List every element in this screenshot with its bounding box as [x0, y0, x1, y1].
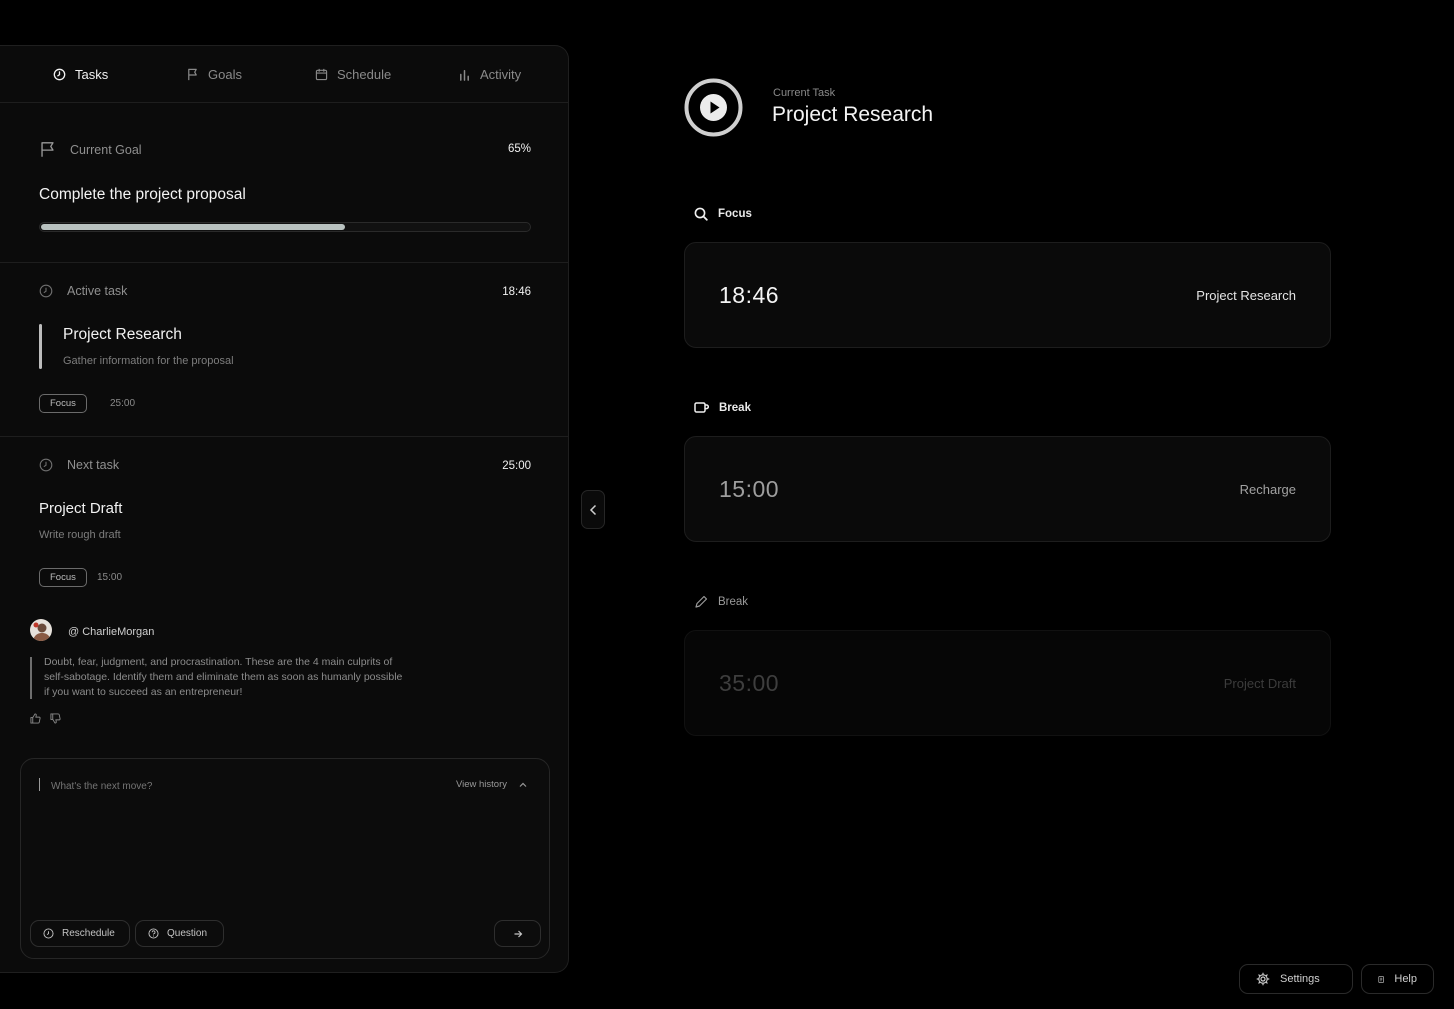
next-task-header: Next task: [39, 458, 119, 472]
task-accent-bar: [39, 324, 42, 369]
quote-bar: [30, 657, 32, 699]
help-button[interactable]: Help: [1361, 964, 1434, 994]
view-history-button[interactable]: View history: [456, 779, 527, 790]
goal-progress-bar: [39, 222, 531, 232]
next-task-subtitle: Write rough draft: [39, 529, 121, 541]
flag-icon: [188, 68, 197, 80]
goal-percent: 65%: [507, 143, 531, 155]
question-label: Question: [167, 928, 208, 939]
text-cursor: [39, 778, 40, 791]
clock-icon: [39, 284, 53, 298]
session-label: Recharge: [1239, 482, 1296, 497]
session-label: Project Research: [1196, 288, 1296, 303]
session-section-name: Focus: [718, 208, 752, 220]
goal-header: Current Goal: [39, 141, 142, 158]
active-task-section: Active task 18:46 Project Research Gathe…: [0, 263, 568, 437]
active-task-duration: 25:00: [110, 398, 136, 409]
tab-tasks[interactable]: Tasks: [53, 46, 108, 102]
comment-text: Doubt, fear, judgment, and procrastinati…: [44, 656, 403, 698]
settings-button[interactable]: Settings: [1239, 964, 1353, 994]
session-time: 35:00: [719, 670, 780, 696]
tab-goals[interactable]: Goals: [186, 46, 242, 102]
help-label: Help: [1394, 973, 1417, 985]
next-task-title: Project Draft: [39, 500, 123, 517]
reschedule-label: Reschedule: [62, 928, 115, 939]
pencil-icon: [695, 595, 708, 608]
search-icon: [694, 207, 708, 221]
session-time: 18:46: [719, 282, 780, 308]
comment-username[interactable]: @ CharlieMorgan: [68, 626, 154, 638]
question-button[interactable]: Question: [135, 920, 224, 947]
play-icon: [684, 78, 743, 137]
session-card-focus[interactable]: 18:46 Project Research: [684, 242, 1331, 348]
session-section-name: Break: [719, 401, 751, 414]
focus-chip[interactable]: Focus: [39, 568, 87, 587]
goal-section: Current Goal 65% Complete the project pr…: [0, 103, 568, 263]
next-task-label: Next task: [67, 458, 120, 472]
chevron-up-icon: [519, 782, 527, 787]
break-section-label-2: Break: [694, 595, 748, 609]
view-history-label: View history: [455, 779, 507, 790]
session-section-name: Break: [718, 596, 749, 608]
session-card-break[interactable]: 15:00 Recharge: [684, 436, 1331, 542]
goal-label: Current Goal: [70, 142, 142, 157]
thumbs-up-icon[interactable]: [30, 713, 41, 724]
focus-section-label: Focus: [694, 207, 752, 221]
sidebar-panel: Tasks Goals Schedule Activity Current Go…: [0, 45, 569, 973]
tab-label: Goals: [208, 66, 242, 82]
clock-icon: [39, 458, 53, 472]
next-task-section: Next task 25:00 Project Draft Write roug…: [0, 437, 568, 607]
chevron-left-icon: [589, 504, 596, 515]
goal-title: Complete the project proposal: [39, 186, 246, 203]
next-task-time: 25:00: [502, 460, 531, 472]
cup-icon: [694, 402, 709, 413]
book-icon: [1378, 975, 1384, 983]
clock-icon: [43, 928, 54, 939]
tab-label: Schedule: [337, 66, 392, 82]
composer-input[interactable]: [49, 776, 433, 796]
active-task-header: Active task: [39, 284, 127, 298]
current-task-label: Current Task: [773, 87, 836, 99]
current-task-title: Project Research: [772, 103, 934, 126]
reaction-row: [30, 713, 61, 724]
session-label: Project Draft: [1223, 676, 1296, 691]
active-task-title: Project Research: [63, 326, 182, 343]
goal-progress-fill: [41, 224, 345, 230]
settings-label: Settings: [1280, 973, 1320, 985]
active-task-time: 18:46: [502, 286, 531, 298]
active-task-label: Active task: [67, 284, 128, 298]
focus-chip[interactable]: Focus: [39, 394, 87, 413]
tab-activity[interactable]: Activity: [458, 46, 521, 102]
composer: View history Reschedule Question: [20, 758, 550, 959]
tab-bar: Tasks Goals Schedule Activity: [0, 46, 568, 103]
question-icon: [148, 928, 159, 939]
gear-icon: [1256, 972, 1270, 986]
flag-icon: [41, 142, 54, 157]
arrow-right-icon: [514, 930, 522, 937]
session-time: 15:00: [719, 476, 780, 502]
send-button[interactable]: [494, 920, 541, 947]
tab-label: Activity: [480, 66, 522, 82]
thumbs-down-icon[interactable]: [50, 713, 61, 724]
reschedule-button[interactable]: Reschedule: [30, 920, 130, 947]
play-button[interactable]: [684, 78, 743, 137]
avatar[interactable]: [30, 619, 52, 641]
next-task-duration: 15:00: [97, 572, 123, 583]
clock-icon: [53, 68, 66, 80]
calendar-icon: [315, 68, 328, 80]
bar-chart-icon: [460, 69, 469, 81]
tab-schedule[interactable]: Schedule: [315, 46, 391, 102]
collapse-panel-button[interactable]: [581, 490, 605, 529]
avatar-image: [33, 622, 51, 641]
active-task-subtitle: Gather information for the proposal: [63, 355, 234, 367]
break-section-label: Break: [694, 401, 751, 414]
session-card-draft[interactable]: 35:00 Project Draft: [684, 630, 1331, 736]
tab-label: Tasks: [75, 66, 109, 82]
